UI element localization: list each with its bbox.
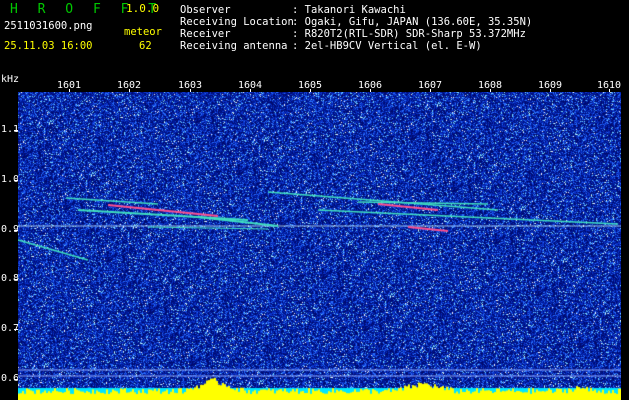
- receiver-value: : R820T2(RTL-SDR) SDR-Sharp 53.372MHz: [292, 28, 526, 40]
- spectrogram-canvas: [18, 92, 621, 400]
- antenna-label: Receiving antenna: [180, 40, 288, 52]
- meteor-count: 62: [139, 40, 152, 52]
- observer-label: Observer: [180, 4, 231, 16]
- date-time: 25.11.03 16:00: [4, 40, 93, 52]
- observer-value: : Takanori Kawachi: [292, 4, 406, 16]
- app-version: 1.0.0: [126, 2, 160, 15]
- location-value: : Ogaki, Gifu, JAPAN (136.60E, 35.35N): [292, 16, 533, 28]
- file-name: 2511031600.png: [4, 20, 93, 32]
- y-unit-label: kHz: [1, 74, 20, 85]
- receiver-label: Receiver: [180, 28, 231, 40]
- location-label: Receiving Location: [180, 16, 294, 28]
- meteor-label: meteor: [124, 26, 162, 38]
- header-panel: H R O F F T 1.0.0 2511031600.png 25.11.0…: [0, 0, 629, 74]
- spectrogram-plot: [18, 92, 621, 400]
- antenna-value: : 2el-HB9CV Vertical (el. E-W): [292, 40, 482, 52]
